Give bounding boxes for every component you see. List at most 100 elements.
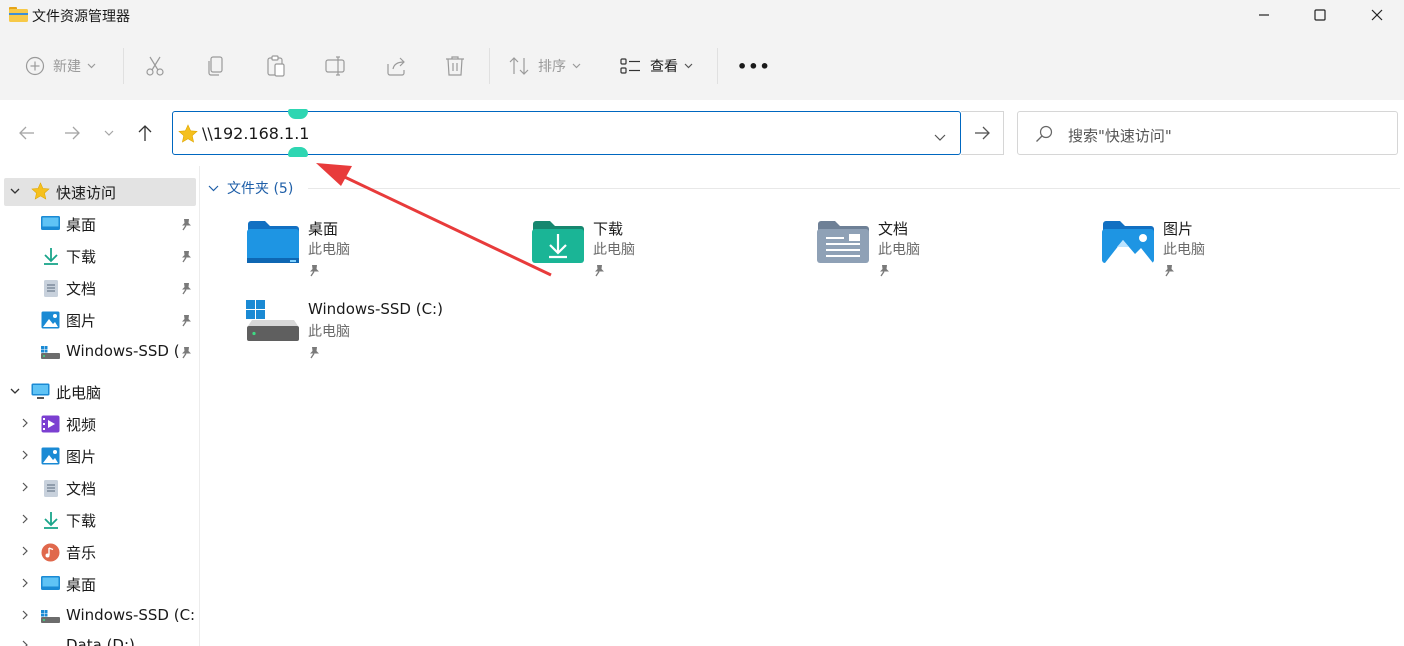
drive-icon [41, 346, 60, 359]
chevron-right-icon[interactable] [22, 546, 29, 556]
chevron-right-icon[interactable] [22, 418, 29, 428]
sidebar-item-data-drive[interactable]: Data (D:) [4, 632, 196, 646]
sidebar-item-downloads[interactable]: 下载 [4, 242, 196, 270]
sidebar-item-label: Windows-SSD (C:) [66, 606, 196, 624]
group-divider [308, 188, 1400, 189]
download-icon [43, 511, 59, 529]
search-box[interactable]: 搜索"快速访问" [1017, 111, 1398, 155]
more-options-button[interactable]: ••• [737, 52, 771, 80]
close-button[interactable] [1354, 0, 1400, 30]
share-icon [387, 57, 405, 76]
navigation-pane: 快速访问 桌面 下载 文档 图片 Windows-SSD (此电脑 视频 图片… [0, 166, 200, 646]
tile-name: 桌面 [308, 220, 339, 238]
maximize-button[interactable] [1297, 0, 1343, 30]
chevron-right-icon[interactable] [22, 482, 29, 492]
star-icon [31, 182, 50, 200]
pin-icon [593, 262, 605, 281]
sidebar-item-pictures[interactable]: 图片 [4, 306, 196, 334]
chevron-down-icon [208, 185, 219, 191]
star-icon [178, 124, 198, 147]
chevron-right-icon[interactable] [22, 610, 29, 620]
selection-handle-bottom[interactable] [288, 147, 308, 157]
toolbar-divider [489, 48, 490, 84]
tile-location: 此电脑 [593, 242, 635, 258]
pin-icon[interactable] [180, 249, 192, 267]
tile-location: 此电脑 [308, 242, 350, 258]
chevron-down-icon[interactable] [10, 188, 20, 195]
window-title: 文件资源管理器 [32, 9, 130, 25]
sidebar-item-downloads-pc[interactable]: 下载 [4, 506, 196, 534]
folder-tile-documents[interactable]: 文档 此电脑 [816, 218, 1096, 298]
drive-tile-windows-ssd[interactable]: Windows-SSD (C:) 此电脑 [246, 300, 526, 380]
sidebar-item-windows-ssd[interactable]: Windows-SSD ( [4, 338, 196, 366]
maximize-icon [1314, 9, 1326, 21]
desktop-folder-icon [246, 218, 300, 270]
sidebar-item-quick-access[interactable]: 快速访问 [4, 178, 196, 206]
group-label: 文件夹 (5) [227, 181, 294, 197]
sidebar-item-this-pc[interactable]: 此电脑 [4, 378, 196, 406]
chevron-right-icon[interactable] [22, 640, 29, 646]
folder-tile-pictures[interactable]: 图片 此电脑 [1101, 218, 1381, 298]
chevron-right-icon[interactable] [22, 450, 29, 460]
sidebar-item-documents[interactable]: 文档 [4, 274, 196, 302]
sort-button[interactable]: 排序 [508, 52, 581, 80]
new-button[interactable]: 新建 [25, 52, 96, 80]
sidebar-item-label: Windows-SSD ( [66, 342, 180, 360]
trash-icon [446, 56, 464, 76]
sidebar-item-label: Data (D:) [66, 636, 135, 646]
recent-locations-button[interactable] [96, 120, 122, 146]
sidebar-item-windows-ssd-pc[interactable]: Windows-SSD (C:) [4, 602, 196, 630]
content-pane: 文件夹 (5) 桌面 此电脑 下载 此电脑 文档 此电脑 图片 此电脑 Wind… [200, 166, 1404, 646]
search-icon [1035, 125, 1053, 147]
arrow-right-icon [975, 126, 990, 140]
view-button[interactable]: 查看 [620, 52, 693, 80]
minimize-button[interactable] [1241, 0, 1287, 30]
delete-button[interactable] [445, 52, 465, 80]
chevron-right-icon[interactable] [22, 578, 29, 588]
view-button-label: 查看 [650, 59, 678, 75]
title-bar: 文件资源管理器 [0, 0, 1404, 30]
chevron-down-icon[interactable] [10, 388, 20, 395]
toolbar-divider [717, 48, 718, 84]
folder-tile-desktop[interactable]: 桌面 此电脑 [246, 218, 526, 298]
folder-tile-downloads[interactable]: 下载 此电脑 [531, 218, 811, 298]
pin-icon[interactable] [180, 345, 192, 363]
sidebar-item-documents-pc[interactable]: 文档 [4, 474, 196, 502]
forward-button[interactable] [59, 120, 85, 146]
pin-icon[interactable] [180, 217, 192, 235]
go-button[interactable] [961, 111, 1004, 155]
copy-button[interactable] [206, 52, 226, 80]
chevron-right-icon[interactable] [22, 514, 29, 524]
pin-icon[interactable] [180, 313, 192, 331]
scissors-icon [146, 56, 164, 76]
sidebar-item-desktop-pc[interactable]: 桌面 [4, 570, 196, 598]
downloads-folder-icon [531, 218, 585, 270]
plus-circle-icon [25, 56, 45, 76]
pin-icon [1163, 262, 1175, 281]
pin-icon[interactable] [180, 281, 192, 299]
minimize-icon [1259, 14, 1269, 16]
share-button[interactable] [385, 52, 407, 80]
sidebar-item-label: 下载 [66, 248, 97, 266]
computer-icon [31, 383, 50, 400]
rename-button[interactable] [325, 52, 347, 80]
sidebar-item-label: 文档 [66, 480, 97, 498]
document-icon [43, 479, 59, 498]
up-button[interactable] [132, 120, 158, 146]
paste-icon [267, 55, 285, 77]
chevron-down-icon [572, 63, 581, 69]
new-button-label: 新建 [53, 59, 81, 75]
address-input[interactable]: \\192.168.1.1 [202, 124, 309, 143]
paste-button[interactable] [265, 52, 287, 80]
address-history-chevron-icon[interactable] [934, 127, 946, 146]
tile-location: 此电脑 [878, 242, 920, 258]
sidebar-item-desktop[interactable]: 桌面 [4, 210, 196, 238]
sidebar-item-pictures-pc[interactable]: 图片 [4, 442, 196, 470]
cut-button[interactable] [145, 52, 165, 80]
desktop-icon [41, 215, 60, 231]
sidebar-item-videos[interactable]: 视频 [4, 410, 196, 438]
folders-group-header[interactable]: 文件夹 (5) [208, 178, 293, 198]
sort-button-label: 排序 [538, 59, 566, 75]
back-button[interactable] [14, 120, 40, 146]
sidebar-item-music[interactable]: 音乐 [4, 538, 196, 566]
